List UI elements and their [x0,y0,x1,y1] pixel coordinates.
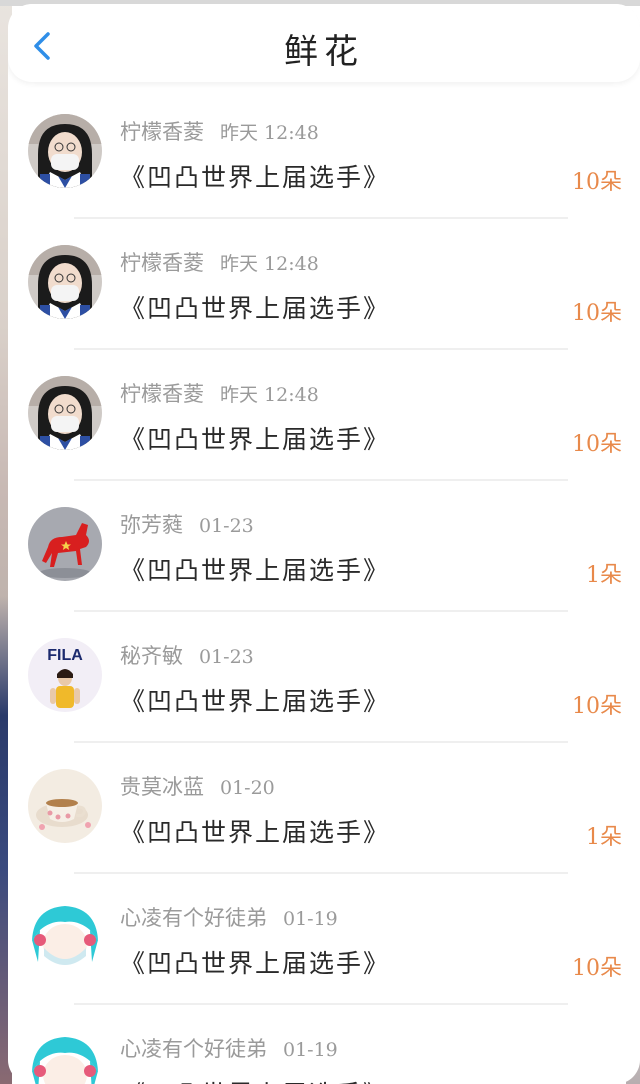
timestamp: 01-19 [283,1039,338,1061]
flower-count: 1朵 [586,825,622,850]
work-title: 《凹凸世界上届选手》 [120,294,391,323]
flower-count: 10朵 [572,956,622,981]
avatar[interactable] [28,507,102,581]
page-title: 鲜花 [284,32,364,72]
avatar[interactable] [28,1031,102,1084]
work-title: 《凹凸世界上届选手》 [120,818,391,847]
gift-list: 柠檬香菱 昨天 12:48 《凹凸世界上届选手》 10朵 柠檬香菱 昨天 12:… [8,88,640,1084]
work-title: 《凹凸世界上届选手》 [120,163,391,192]
timestamp: 昨天 12:48 [220,384,319,406]
user-name[interactable]: 心凌有个好徒弟 [120,1037,267,1061]
work-title: 《凹凸世界上届选手》 [120,556,391,585]
user-name[interactable]: 柠檬香菱 [120,120,204,144]
user-name[interactable]: 心凌有个好徒弟 [120,906,267,930]
list-item[interactable]: 柠檬香菱 昨天 12:48 《凹凸世界上届选手》 10朵 [8,88,640,219]
list-item[interactable]: FILA 秘齐敏 01-23 《凹凸世界上届选手》 10朵 [8,612,640,743]
work-title: 《凹凸世界上届选手》 [120,687,391,716]
timestamp: 01-23 [199,646,254,668]
timestamp: 01-23 [199,515,254,537]
list-item[interactable]: 柠檬香菱 昨天 12:48 《凹凸世界上届选手》 10朵 [8,219,640,350]
flower-count: 10朵 [572,170,622,195]
header-bar: 鲜花 [8,4,640,82]
list-item[interactable]: 贵莫冰蓝 01-20 《凹凸世界上届选手》 1朵 [8,743,640,874]
user-name[interactable]: 秘齐敏 [120,644,183,668]
list-item[interactable]: 柠檬香菱 昨天 12:48 《凹凸世界上届选手》 10朵 [8,350,640,481]
work-title: 《凹凸世界上届选手》 [120,949,391,978]
work-title: 《凹凸世界上届选手》 [120,425,391,454]
svg-text:FILA: FILA [47,647,83,664]
avatar[interactable] [28,114,102,188]
user-name[interactable]: 柠檬香菱 [120,251,204,275]
flower-count: 10朵 [572,694,622,719]
avatar[interactable]: FILA [28,638,102,712]
avatar[interactable] [28,900,102,974]
work-title: 《凹凸世界上届选手》 [120,1075,390,1084]
flowers-panel: 鲜花 柠檬香菱 昨天 12:48 《凹凸世界上届选手》 10朵 柠檬香菱 昨天 … [8,4,640,1084]
flower-count: 10朵 [572,301,622,326]
flower-count: 1朵 [586,563,622,588]
timestamp: 01-20 [220,777,275,799]
avatar[interactable] [28,245,102,319]
timestamp: 01-19 [283,908,338,930]
flower-count: 10朵 [572,432,622,457]
list-item[interactable]: 弥芳蕤 01-23 《凹凸世界上届选手》 1朵 [8,481,640,612]
user-name[interactable]: 弥芳蕤 [120,513,183,537]
avatar[interactable] [28,376,102,450]
user-name[interactable]: 贵莫冰蓝 [120,775,204,799]
timestamp: 昨天 12:48 [220,122,319,144]
list-item[interactable]: 心凌有个好徒弟 01-19 《凹凸世界上届选手》 [8,1005,640,1084]
avatar[interactable] [28,769,102,843]
user-name[interactable]: 柠檬香菱 [120,382,204,406]
list-item[interactable]: 心凌有个好徒弟 01-19 《凹凸世界上届选手》 10朵 [8,874,640,1005]
timestamp: 昨天 12:48 [220,253,319,275]
